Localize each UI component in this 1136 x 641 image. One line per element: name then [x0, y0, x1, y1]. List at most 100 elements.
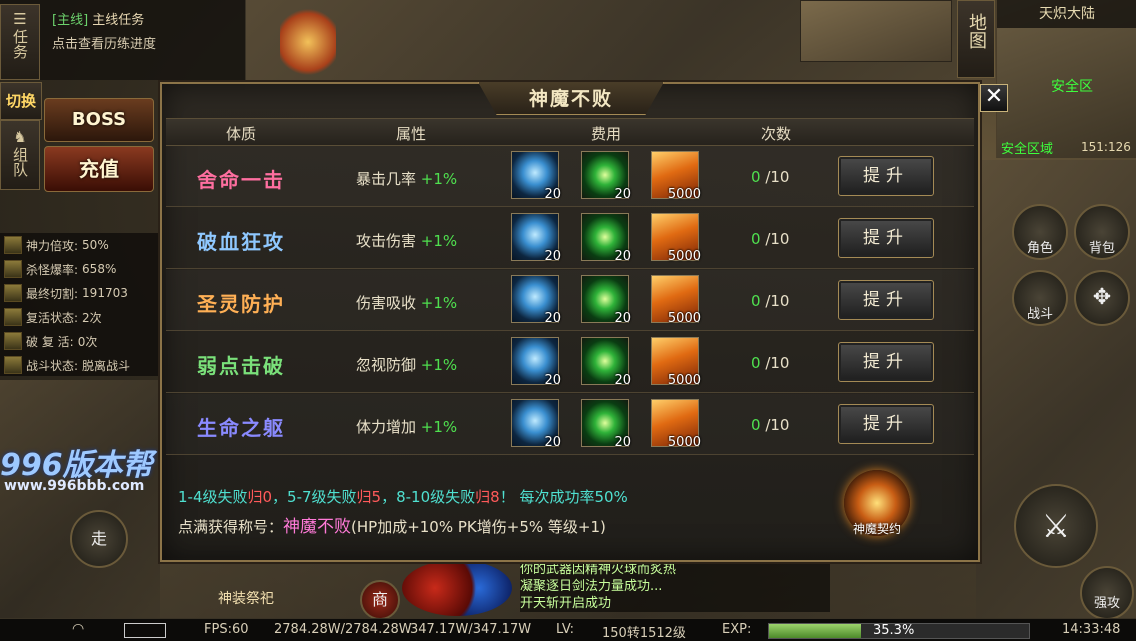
- map-button[interactable]: 地图: [957, 0, 995, 78]
- upgrade-count: 0 /10: [751, 416, 789, 434]
- count-current: 0: [751, 168, 761, 186]
- boss-button[interactable]: BOSS: [44, 98, 154, 142]
- minimap[interactable]: 天炽大陆 安全区 安全区域 151:126: [996, 0, 1136, 158]
- cost-amount: 20: [544, 187, 561, 202]
- switch-tab[interactable]: 切换: [0, 82, 42, 120]
- walk-toggle[interactable]: 走: [70, 510, 128, 568]
- cost-amount: 5000: [667, 435, 701, 450]
- table-row: 舍命一击 暴击几率 +1% 20 20 5000 0 /10 提升: [166, 146, 974, 207]
- upgrade-button[interactable]: 提升: [838, 404, 934, 444]
- header-count: 次数: [760, 125, 791, 143]
- attribute-bonus: +1%: [420, 232, 458, 250]
- rule-reset: 归0: [247, 488, 273, 506]
- upgrade-button[interactable]: 提升: [838, 280, 934, 320]
- header-cost: 费用: [590, 125, 621, 143]
- upgrade-button[interactable]: 提升: [838, 156, 934, 196]
- team-tab[interactable]: ♞ 组队: [0, 120, 40, 190]
- header-attribute: 属性: [395, 125, 426, 143]
- gold-scroll-icon[interactable]: 5000: [651, 399, 701, 450]
- fps-readout: FPS:60: [204, 622, 249, 637]
- shop-button[interactable]: 商: [360, 580, 400, 620]
- system-chat[interactable]: 你的武器因精神火球而炙热 凝聚逐日剑法力量成功... 开天斩开启成功: [520, 561, 830, 612]
- chat-line: 你的武器因精神火球而炙热: [520, 562, 677, 577]
- blue-crystal-icon[interactable]: 20: [511, 213, 561, 264]
- stat-label: 杀怪爆率:: [26, 262, 79, 277]
- level-label: LV:: [556, 622, 575, 637]
- count-current: 0: [751, 354, 761, 372]
- cost-amount: 20: [544, 249, 561, 264]
- rule-text: 1-4级失败: [178, 488, 248, 506]
- green-orb-icon[interactable]: 20: [581, 275, 631, 326]
- character-button[interactable]: 角色: [1012, 204, 1068, 260]
- table-header: 体质 属性 费用 次数: [166, 118, 974, 146]
- game-world-left: [0, 380, 160, 618]
- site-logo-url: www.996bbb.com: [4, 478, 145, 494]
- blue-crystal-icon[interactable]: 20: [511, 151, 561, 202]
- strong-attack-button[interactable]: 强攻: [1080, 566, 1134, 620]
- rule-text: ，5-7级失败: [272, 488, 357, 506]
- rule-text: ！ 每次成功率50%: [499, 488, 628, 506]
- cost-amount: 20: [544, 435, 561, 450]
- blue-crystal-icon[interactable]: 20: [511, 399, 561, 450]
- count-current: 0: [751, 416, 761, 434]
- gold-scroll-icon[interactable]: 5000: [651, 151, 701, 202]
- close-button[interactable]: ✕: [980, 84, 1008, 112]
- header-physique: 体质: [225, 125, 256, 143]
- sword-attack-button[interactable]: ⚔: [1014, 484, 1098, 568]
- event-icon[interactable]: [280, 4, 336, 80]
- title-reward: 点满获得称号：神魔不败(HP加成+10% PK增伤+5% 等级+1): [178, 512, 606, 537]
- count-max: /10: [765, 168, 790, 186]
- stat-value: 658%: [82, 262, 117, 276]
- count-current: 0: [751, 230, 761, 248]
- dpad-icon[interactable]: ✥: [1074, 270, 1130, 326]
- cost-amount: 20: [614, 311, 631, 326]
- attribute: 伤害吸收 +1%: [356, 292, 457, 313]
- exp-bar: 35.3%: [768, 623, 1030, 639]
- quest-panel[interactable]: ☰ 任务 [主线] 主线任务 点击查看历练进度: [0, 0, 246, 80]
- status-bar: ◠ FPS:60 2784.28W/2784.28W 347.17W/347.1…: [0, 618, 1136, 641]
- attribute-name: 攻击伤害: [356, 232, 417, 250]
- team-tab-label: 组队: [11, 147, 29, 177]
- equip-sacrifice-button[interactable]: 神装祭祀: [218, 588, 274, 608]
- attribute: 体力增加 +1%: [356, 416, 457, 437]
- blue-crystal-icon[interactable]: 20: [511, 275, 561, 326]
- ruin-stone: [800, 0, 952, 62]
- cost-amount: 5000: [667, 311, 701, 326]
- stat-label: 最终切割:: [26, 286, 79, 301]
- green-orb-icon[interactable]: 20: [581, 337, 631, 388]
- battle-button[interactable]: 战斗: [1012, 270, 1068, 326]
- green-orb-icon[interactable]: 20: [581, 213, 631, 264]
- power-icon: [4, 236, 22, 254]
- green-orb-icon[interactable]: 20: [581, 399, 631, 450]
- shenmo-dialog: 神魔不败 ✕ 体质 属性 费用 次数 舍命一击 暴击几率 +1% 20 20 5…: [160, 82, 1008, 562]
- count-max: /10: [765, 416, 790, 434]
- upgrade-button[interactable]: 提升: [838, 342, 934, 382]
- stat-label: 战斗状态:: [26, 358, 79, 373]
- stat-row: 神力倍攻: 50%: [4, 235, 109, 255]
- table-body: 舍命一击 暴击几率 +1% 20 20 5000 0 /10 提升 破血狂攻 攻…: [162, 146, 978, 458]
- quest-tab[interactable]: ☰ 任务: [0, 4, 40, 80]
- upgrade-button[interactable]: 提升: [838, 218, 934, 258]
- stats-panel: 神力倍攻: 50% 杀怪爆率: 658% 最终切割: 191703 复活状态: 2次 破…: [0, 233, 158, 376]
- cut-icon: [4, 284, 22, 302]
- attribute: 攻击伤害 +1%: [356, 230, 457, 251]
- quest-description[interactable]: 点击查看历练进度: [52, 33, 156, 52]
- stat-label: 神力倍攻:: [26, 238, 79, 253]
- upgrade-count: 0 /10: [751, 168, 789, 186]
- chat-line: 凝聚逐日剑法力量成功...: [520, 579, 663, 594]
- attribute: 忽视防御 +1%: [356, 354, 457, 375]
- gold-scroll-icon[interactable]: 5000: [651, 213, 701, 264]
- strong-attack-label: 强攻: [1093, 596, 1120, 611]
- physique-name: 圣灵防护: [197, 292, 285, 316]
- character-label: 角色: [1026, 241, 1053, 256]
- upgrade-count: 0 /10: [751, 292, 789, 310]
- blue-crystal-icon[interactable]: 20: [511, 337, 561, 388]
- gold-scroll-icon[interactable]: 5000: [651, 275, 701, 326]
- gold-scroll-icon[interactable]: 5000: [651, 337, 701, 388]
- physique-name: 生命之躯: [197, 416, 285, 440]
- recharge-button[interactable]: 充值: [44, 146, 154, 192]
- table-row: 圣灵防护 伤害吸收 +1% 20 20 5000 0 /10 提升: [166, 270, 974, 331]
- upgrade-count: 0 /10: [751, 354, 789, 372]
- green-orb-icon[interactable]: 20: [581, 151, 631, 202]
- bag-button[interactable]: 背包: [1074, 204, 1130, 260]
